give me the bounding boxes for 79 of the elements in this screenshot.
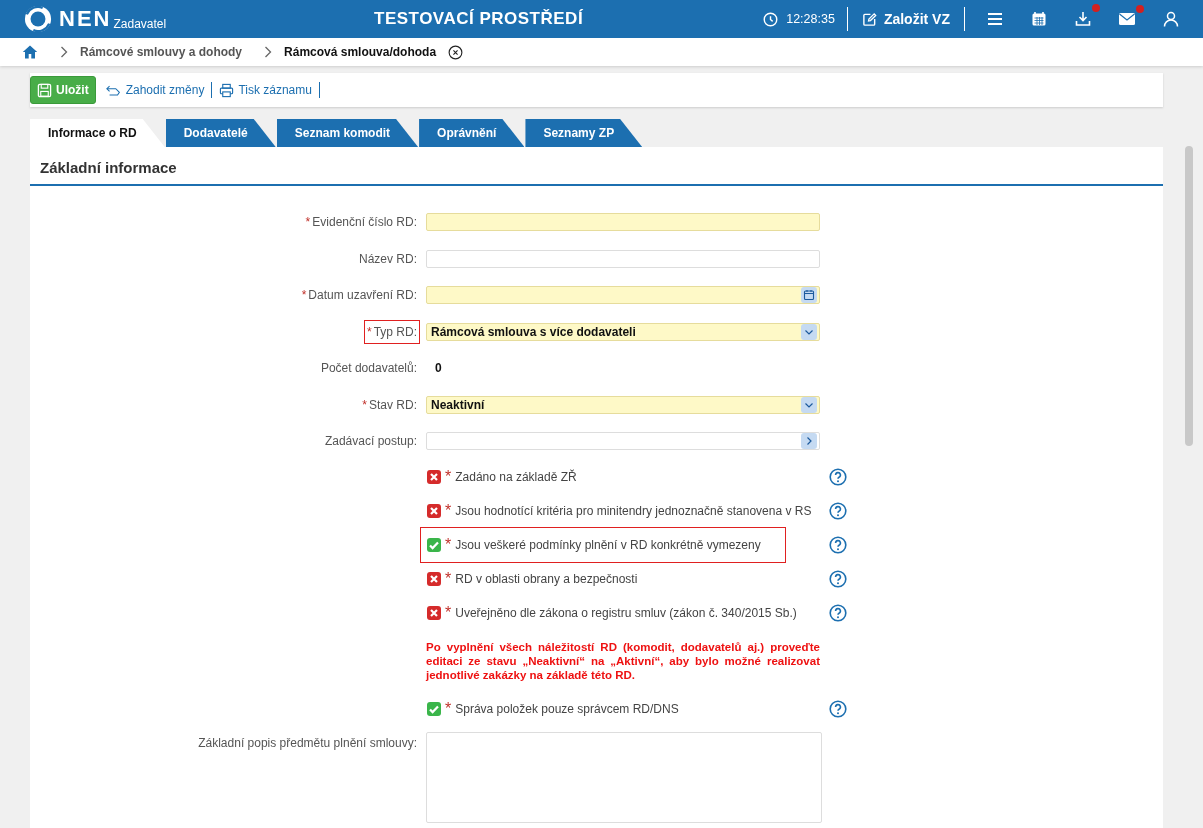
help-icon[interactable] bbox=[829, 569, 847, 588]
printer-icon bbox=[219, 82, 235, 98]
field-value: 0 bbox=[434, 361, 442, 376]
field-label: Datum uzavření RD: bbox=[308, 288, 417, 303]
breadcrumb-link[interactable]: Rámcová smlouva/dohoda bbox=[284, 45, 437, 59]
save-button[interactable]: Uložit bbox=[30, 76, 96, 104]
no-cross-icon[interactable] bbox=[427, 503, 441, 518]
help-icon[interactable] bbox=[829, 699, 847, 718]
clock-icon bbox=[763, 11, 779, 27]
help-icon[interactable] bbox=[829, 501, 847, 520]
edit-icon bbox=[861, 11, 877, 27]
required-mark: * bbox=[445, 569, 452, 588]
checkbox-label: Jsou hodnotící kritéria pro minitendry jednoznačně stanovena v RS bbox=[455, 503, 812, 518]
help-icon[interactable] bbox=[829, 535, 847, 554]
calendar-icon[interactable] bbox=[801, 287, 817, 304]
field-label: Počet dodavatelů: bbox=[320, 361, 417, 376]
field-label: Zadávací postup: bbox=[324, 434, 417, 449]
tab[interactable]: Oprávnění bbox=[419, 119, 525, 147]
required-mark: * bbox=[445, 699, 452, 718]
clock-time: 12:28:35 bbox=[786, 12, 835, 26]
logo-text: NEN bbox=[59, 6, 112, 32]
chevron-icon bbox=[264, 46, 273, 58]
select-field[interactable]: Rámcová smlouva s více dodavateli bbox=[426, 322, 820, 341]
field-label: Typ RD: bbox=[373, 324, 417, 339]
download-icon[interactable] bbox=[1075, 11, 1091, 27]
required-mark: * bbox=[445, 501, 452, 520]
yes-tick-icon[interactable] bbox=[427, 701, 441, 716]
help-icon[interactable] bbox=[829, 467, 847, 486]
dropdown-icon[interactable] bbox=[801, 323, 817, 340]
menu-icon[interactable] bbox=[987, 11, 1003, 27]
chevron-icon bbox=[60, 46, 68, 58]
field-label: Evidenční číslo RD: bbox=[312, 215, 417, 230]
required-mark: * bbox=[362, 397, 367, 412]
dropdown-icon[interactable] bbox=[801, 396, 817, 413]
select-field[interactable]: Neaktivní bbox=[426, 395, 820, 414]
scrollbar-thumb[interactable] bbox=[1185, 146, 1193, 446]
no-cross-icon[interactable] bbox=[427, 571, 441, 586]
checkbox-label: Správa položek pouze správcem RD/DNS bbox=[455, 701, 679, 716]
input-field[interactable] bbox=[426, 213, 820, 232]
checkbox-label: Zadáno na základě ZŘ bbox=[455, 469, 577, 484]
required-mark: * bbox=[301, 288, 307, 303]
logo-icon bbox=[24, 5, 52, 33]
close-icon[interactable] bbox=[448, 44, 464, 60]
checkbox-label: RD v oblasti obrany a bezpečnosti bbox=[455, 571, 638, 586]
input-field[interactable] bbox=[426, 249, 820, 268]
help-icon[interactable] bbox=[829, 603, 847, 622]
checkbox-label: Uveřejněno dle zákona o registru smluv (zákon č. 340/2015 Sb.) bbox=[455, 605, 797, 620]
undo-icon bbox=[105, 83, 122, 97]
field-label: Základní popis předmětu plnění smlouvy: bbox=[197, 734, 418, 752]
environment-title: TESTOVACÍ PROSTŘEDÍ bbox=[374, 9, 584, 29]
date-field[interactable] bbox=[426, 286, 820, 305]
breadcrumb-link[interactable]: Rámcové smlouvy a dohody bbox=[80, 45, 243, 59]
yes-tick-icon[interactable] bbox=[427, 537, 441, 552]
field-label: Stav RD: bbox=[369, 397, 417, 412]
user-icon[interactable] bbox=[1163, 11, 1179, 27]
lookup-field[interactable] bbox=[426, 432, 820, 451]
notice-text: Po vyplnění všech náležitostí RD (komodit, dodavatelů aj.) proveďte editaci ze stavu „Neaktivní“ na „Aktivní“, aby bylo možné realizovat jednotlivé zakázky na základě této RD. bbox=[426, 639, 820, 682]
calendar-icon[interactable] bbox=[1031, 11, 1047, 27]
mail-icon[interactable] bbox=[1118, 12, 1136, 26]
no-cross-icon[interactable] bbox=[427, 605, 441, 620]
required-mark: * bbox=[445, 467, 452, 486]
required-mark: * bbox=[445, 603, 452, 622]
tab[interactable]: Dodavatelé bbox=[165, 119, 276, 147]
required-mark: * bbox=[445, 535, 452, 554]
tab[interactable]: Informace o RD bbox=[30, 119, 165, 147]
section-title: Základní informace bbox=[30, 147, 1163, 186]
field-label: Název RD: bbox=[359, 251, 417, 266]
logo-subtitle: Zadavatel bbox=[113, 17, 167, 31]
chevron-icon[interactable] bbox=[801, 433, 817, 450]
discard-changes-link[interactable]: Zahodit změny bbox=[103, 83, 207, 97]
home-icon[interactable] bbox=[22, 44, 38, 60]
create-button[interactable]: Založit VZ bbox=[859, 11, 952, 27]
no-cross-icon[interactable] bbox=[427, 469, 441, 484]
required-mark: * bbox=[305, 215, 311, 230]
tab[interactable]: Seznam komodit bbox=[276, 119, 419, 147]
print-link[interactable]: Tisk záznamu bbox=[217, 82, 314, 98]
checkbox-label: Jsou veškeré podmínky plnění v RD konkrétně vymezeny bbox=[455, 537, 761, 552]
tab[interactable]: Seznamy ZP bbox=[525, 119, 643, 147]
required-mark: * bbox=[367, 324, 372, 339]
